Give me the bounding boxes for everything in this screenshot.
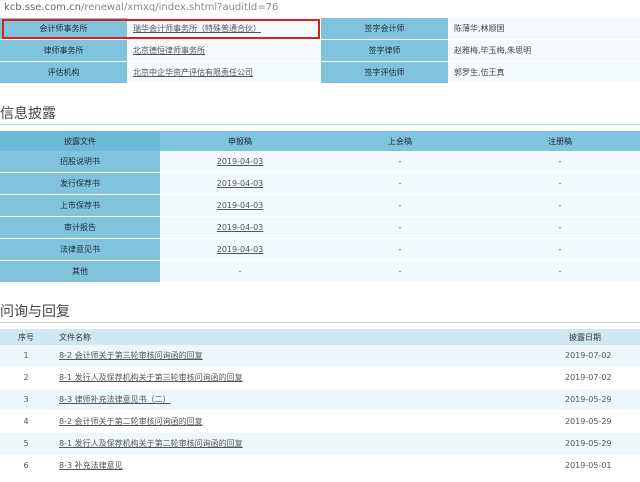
disclosure-meeting-cell: - <box>320 151 480 173</box>
signer-names: 郭罗生,伍王真 <box>448 61 640 84</box>
qa-header-no: 序号 <box>0 329 52 345</box>
filing-date-link[interactable]: 2019-04-03 <box>217 179 264 188</box>
disclosure-doc-name: 招股说明书 <box>0 151 160 173</box>
disclosure-divider <box>0 124 640 125</box>
disclosure-registration-cell: - <box>480 172 640 195</box>
qa-file-link[interactable]: 8-2 会计师关于第二轮审核问询函的回复 <box>59 417 203 426</box>
qa-row-number: 6 <box>0 454 52 477</box>
qa-file-link[interactable]: 8-1 发行人及保荐机构关于第二轮审核问询函的回复 <box>59 439 243 448</box>
qa-row-number: 1 <box>0 345 52 367</box>
signer-names: 赵雅梅,毕玉梅,朱思明 <box>448 39 640 62</box>
disclosure-row: 法律意见书 2019-04-03 - - <box>0 238 640 261</box>
qa-section-title: 问询与回复 <box>0 304 70 320</box>
qa-file-cell: 8-2 会计师关于第二轮审核问询函的回复 <box>52 410 560 433</box>
disclosure-header-meeting: 上会稿 <box>320 131 480 151</box>
disclosure-meeting-cell: - <box>320 172 480 195</box>
qa-date: 2019-07-02 <box>560 345 640 367</box>
qa-divider <box>0 322 640 323</box>
highlight-annotation-box <box>2 19 320 39</box>
qa-row-number: 2 <box>0 366 52 389</box>
qa-row: 2 8-1 发行人及保荐机构关于第三轮审核问询函的回复 2019-07-02 <box>0 366 640 389</box>
disclosure-row: 审计报告 2019-04-03 - - <box>0 216 640 239</box>
disclosure-meeting-cell: - <box>320 260 480 283</box>
signer-label: 签字评估师 <box>321 61 448 84</box>
disclosure-filing-cell: 2019-04-03 <box>160 194 320 217</box>
qa-row: 6 8-3 补充法律意见 2019-05-01 <box>0 454 640 477</box>
url-path: /renewal/xmxq/index.shtml?auditId=76 <box>80 2 279 13</box>
qa-file-cell: 8-3 律师补充法律意见书（二） <box>52 388 560 411</box>
qa-table: 序号 文件名称 披露日期 1 8-2 会计师关于第三轮审核问询函的回复 2019-0… <box>0 329 640 477</box>
filing-date-link[interactable]: 2019-04-03 <box>217 245 264 254</box>
qa-header-date: 披露日期 <box>560 329 640 345</box>
qa-row: 4 8-2 会计师关于第二轮审核问询函的回复 2019-05-29 <box>0 410 640 433</box>
disclosure-meeting-cell: - <box>320 238 480 261</box>
agency-firm-link[interactable]: 北京德恒律师事务所 <box>133 46 205 55</box>
qa-row-number: 4 <box>0 410 52 433</box>
agency-label: 评估机构 <box>0 61 127 84</box>
qa-file-link[interactable]: 8-3 补充法律意见 <box>59 461 123 470</box>
qa-date: 2019-05-29 <box>560 410 640 433</box>
qa-date: 2019-05-01 <box>560 454 640 477</box>
disclosure-filing-cell: 2019-04-03 <box>160 216 320 239</box>
agency-label: 律师事务所 <box>0 39 127 62</box>
disclosure-registration-cell: - <box>480 238 640 261</box>
disclosure-filing-cell: 2019-04-03 <box>160 151 320 173</box>
qa-file-link[interactable]: 8-1 发行人及保荐机构关于第三轮审核问询函的回复 <box>59 373 243 382</box>
disclosure-doc-name: 审计报告 <box>0 216 160 239</box>
disclosure-doc-name: 发行保荐书 <box>0 172 160 195</box>
filing-date-empty: - <box>238 267 242 276</box>
agency-firm-cell: 北京中企华资产评估有限责任公司 <box>127 61 321 84</box>
disclosure-header-file: 披露文件 <box>0 131 160 151</box>
qa-date: 2019-05-29 <box>560 432 640 455</box>
disclosure-registration-cell: - <box>480 194 640 217</box>
qa-row-number: 3 <box>0 388 52 411</box>
qa-row: 3 8-3 律师补充法律意见书（二） 2019-05-29 <box>0 388 640 411</box>
agency-row: 律师事务所 北京德恒律师事务所 签字律师 赵雅梅,毕玉梅,朱思明 <box>0 39 640 62</box>
disclosure-registration-cell: - <box>480 216 640 239</box>
qa-file-cell: 8-1 发行人及保荐机构关于第二轮审核问询函的回复 <box>52 432 560 455</box>
disclosure-registration-cell: - <box>480 151 640 173</box>
disclosure-row: 发行保荐书 2019-04-03 - - <box>0 172 640 195</box>
disclosure-row: 招股说明书 2019-04-03 - - <box>0 151 640 173</box>
disclosure-filing-cell: 2019-04-03 <box>160 238 320 261</box>
qa-file-cell: 8-1 发行人及保荐机构关于第三轮审核问询函的回复 <box>52 366 560 389</box>
disclosure-doc-name: 法律意见书 <box>0 238 160 261</box>
disclosure-filing-cell: - <box>160 260 320 283</box>
signer-label: 签字律师 <box>321 39 448 62</box>
disclosure-registration-cell: - <box>480 260 640 283</box>
signer-names: 陈薄华,林顺国 <box>448 18 640 40</box>
filing-date-link[interactable]: 2019-04-03 <box>217 201 264 210</box>
qa-file-cell: 8-2 会计师关于第三轮审核问询函的回复 <box>52 345 560 367</box>
filing-date-link[interactable]: 2019-04-03 <box>217 157 264 166</box>
disclosure-doc-name: 上市保荐书 <box>0 194 160 217</box>
qa-row: 5 8-1 发行人及保荐机构关于第二轮审核问询函的回复 2019-05-29 <box>0 432 640 455</box>
disclosure-meeting-cell: - <box>320 216 480 239</box>
qa-file-cell: 8-3 补充法律意见 <box>52 454 560 477</box>
disclosure-header-filing: 申报稿 <box>160 131 320 151</box>
disclosure-section-title: 信息披露 <box>0 106 56 122</box>
disclosure-row: 上市保荐书 2019-04-03 - - <box>0 194 640 217</box>
disclosure-doc-name: 其他 <box>0 260 160 283</box>
disclosure-table: 披露文件 申报稿 上会稿 注册稿 招股说明书 2019-04-03- - 发行保荐书 2… <box>0 131 640 283</box>
filing-date-link[interactable]: 2019-04-03 <box>217 223 264 232</box>
agency-row: 评估机构 北京中企华资产评估有限责任公司 签字评估师 郭罗生,伍王真 <box>0 61 640 84</box>
agency-firm-link[interactable]: 北京中企华资产评估有限责任公司 <box>133 68 253 77</box>
disclosure-filing-cell: 2019-04-03 <box>160 172 320 195</box>
qa-date: 2019-07-02 <box>560 366 640 389</box>
disclosure-row: 其他 - - - <box>0 260 640 283</box>
signer-label: 签字会计师 <box>321 18 448 40</box>
qa-date: 2019-05-29 <box>560 388 640 411</box>
qa-header-name: 文件名称 <box>52 329 560 345</box>
qa-row: 1 8-2 会计师关于第三轮审核问询函的回复 2019-07-02 <box>0 345 640 367</box>
qa-file-link[interactable]: 8-2 会计师关于第三轮审核问询函的回复 <box>59 351 203 360</box>
disclosure-header-registration: 注册稿 <box>480 131 640 151</box>
qa-row-number: 5 <box>0 432 52 455</box>
disclosure-meeting-cell: - <box>320 194 480 217</box>
qa-file-link[interactable]: 8-3 律师补充法律意见书（二） <box>59 395 171 404</box>
url-host: kcb.sse.com.cn <box>4 2 81 13</box>
agency-firm-cell: 北京德恒律师事务所 <box>127 39 321 62</box>
address-bar[interactable]: kcb.sse.com.cn/renewal/xmxq/index.shtml?… <box>0 0 640 16</box>
